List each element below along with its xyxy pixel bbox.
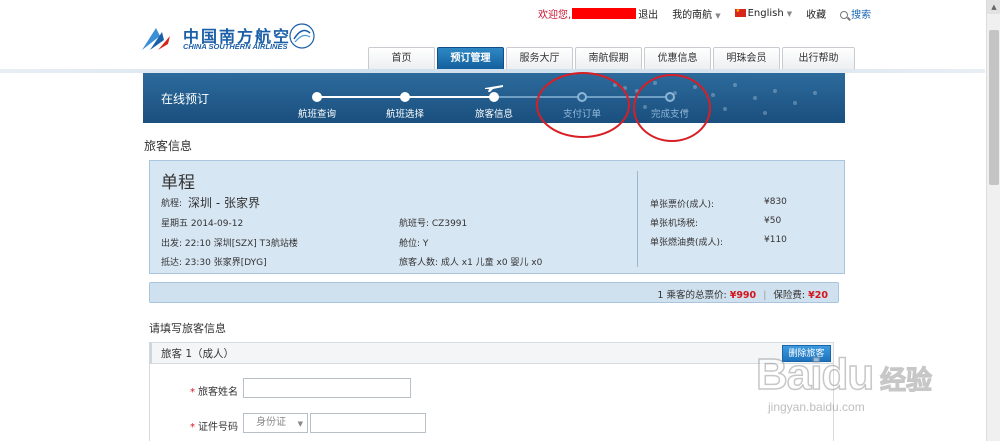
- name-field-label-text: 旅客姓名: [198, 387, 238, 398]
- itinerary-divider: [637, 171, 638, 267]
- step-label-flight-search: 航班查询: [297, 109, 336, 120]
- search-icon: [840, 10, 849, 19]
- page-scrollbar[interactable]: ▲: [986, 0, 1000, 441]
- chevron-down-icon: ▼: [297, 420, 303, 428]
- china-flag-icon: [734, 8, 746, 17]
- passenger-name-input[interactable]: [243, 378, 411, 398]
- watermark-url: jingyan.baidu.com: [768, 400, 865, 414]
- tab-travel-help[interactable]: 出行帮助: [782, 47, 855, 70]
- redacted-username: [572, 7, 637, 19]
- annotation-circle-payment: [536, 72, 630, 138]
- search-link[interactable]: 搜索: [840, 6, 871, 21]
- scroll-up-icon[interactable]: ▲: [987, 0, 1000, 14]
- chevron-down-icon: ▼: [715, 11, 721, 20]
- baidu-watermark: Baidu 经验 jingyan.baidu.com: [755, 349, 986, 441]
- scrollbar-thumb[interactable]: [989, 30, 999, 185]
- step-dot-flight-select: [400, 92, 410, 102]
- logout-link[interactable]: 退出: [638, 6, 658, 21]
- main-nav: 首页 预订管理 服务大厅 南航假期 优惠信息 明珠会员 出行帮助: [368, 47, 857, 72]
- trip-type: 单程: [161, 173, 195, 193]
- total-separator: |: [763, 290, 767, 301]
- flight-date: 星期五 2014-09-12: [161, 219, 244, 229]
- chevron-down-icon: ▼: [786, 9, 793, 18]
- name-field-label: * 旅客姓名: [190, 383, 238, 398]
- section-title: 旅客信息: [144, 139, 193, 153]
- skyteam-emblem-icon: [289, 23, 315, 49]
- id-number-input[interactable]: [310, 413, 426, 433]
- depart-info: 出发: 22:10 深圳[SZX] T3航站楼: [161, 239, 298, 249]
- watermark-cn: 经验: [879, 366, 933, 397]
- my-account-link[interactable]: 我的南航 ▼: [672, 6, 720, 21]
- annotation-circle-complete: [633, 74, 711, 142]
- fare-label-fuel: 单张燃油费(成人):: [650, 238, 724, 248]
- insurance-label: 保险费:: [773, 290, 806, 301]
- welcome-text: 欢迎您,: [538, 9, 572, 21]
- step-label-passenger-info: 旅客信息: [474, 109, 513, 120]
- form-title: 请填写旅客信息: [149, 322, 226, 335]
- search-label: 搜索: [851, 9, 872, 21]
- total-price-bar: 1 乘客的总票价: ¥990 | 保险费: ¥20: [149, 282, 839, 303]
- watermark-brand: Baidu: [755, 349, 875, 400]
- route-value: 深圳 - 张家界: [188, 196, 260, 210]
- tab-promotions[interactable]: 优惠信息: [644, 47, 711, 70]
- itinerary-panel: 单程 航程: 深圳 - 张家界 星期五 2014-09-12 出发: 22:10…: [149, 160, 845, 274]
- id-field-label: * 证件号码: [190, 418, 238, 433]
- fare-value-airport-tax: ¥50: [764, 216, 782, 226]
- top-utility-bar: 欢迎您, 退出 我的南航▼ English▼ 收藏 搜索: [538, 5, 871, 21]
- step-dot-flight-search: [312, 92, 322, 102]
- passenger-header: 旅客 1（成人）: [149, 342, 834, 364]
- insurance-price: ¥20: [808, 290, 828, 301]
- id-field-label-text: 证件号码: [198, 422, 238, 433]
- tab-service-hall[interactable]: 服务大厅: [506, 47, 573, 70]
- route-label: 航程:: [161, 199, 183, 209]
- logo-en-text: CHINA SOUTHERN AIRLINES: [183, 42, 288, 51]
- tab-home[interactable]: 首页: [368, 47, 435, 70]
- id-type-value: 身份证: [256, 417, 286, 428]
- total-price: ¥990: [729, 290, 757, 301]
- fare-label-airport-tax: 单张机场税:: [650, 219, 699, 229]
- required-marker: *: [190, 387, 195, 398]
- arrive-info: 抵达: 23:30 张家界[DYG]: [161, 258, 267, 268]
- kapok-logo-icon: [142, 28, 170, 50]
- id-type-select[interactable]: 身份证 ▼: [243, 413, 308, 433]
- my-account-label: 我的南航: [672, 9, 713, 21]
- cabin-class: 舱位: Y: [399, 239, 429, 249]
- required-marker: *: [190, 422, 195, 433]
- passenger-count: 旅客人数: 成人 x1 儿童 x0 婴儿 x0: [399, 258, 543, 268]
- fare-value-fuel: ¥110: [764, 235, 787, 245]
- step-dot-passenger-info: [489, 92, 499, 102]
- banner-title: 在线预订: [161, 92, 210, 106]
- language-switch[interactable]: English▼: [734, 7, 793, 19]
- airline-logo[interactable]: 中国南方航空 CHINA SOUTHERN AIRLINES: [140, 20, 320, 54]
- favorite-link[interactable]: 收藏: [806, 6, 826, 21]
- language-label: English: [747, 7, 784, 19]
- flight-number: 航班号: CZ3991: [399, 219, 468, 229]
- tab-holidays[interactable]: 南航假期: [575, 47, 642, 70]
- fare-label-base: 单张票价(成人):: [650, 200, 715, 210]
- fare-value-base: ¥830: [764, 197, 787, 207]
- passenger-header-label: 旅客 1（成人）: [161, 348, 235, 360]
- total-prefix: 1 乘客的总票价:: [657, 290, 727, 301]
- step-label-flight-select: 航班选择: [385, 109, 424, 120]
- tab-membership[interactable]: 明珠会员: [713, 47, 780, 70]
